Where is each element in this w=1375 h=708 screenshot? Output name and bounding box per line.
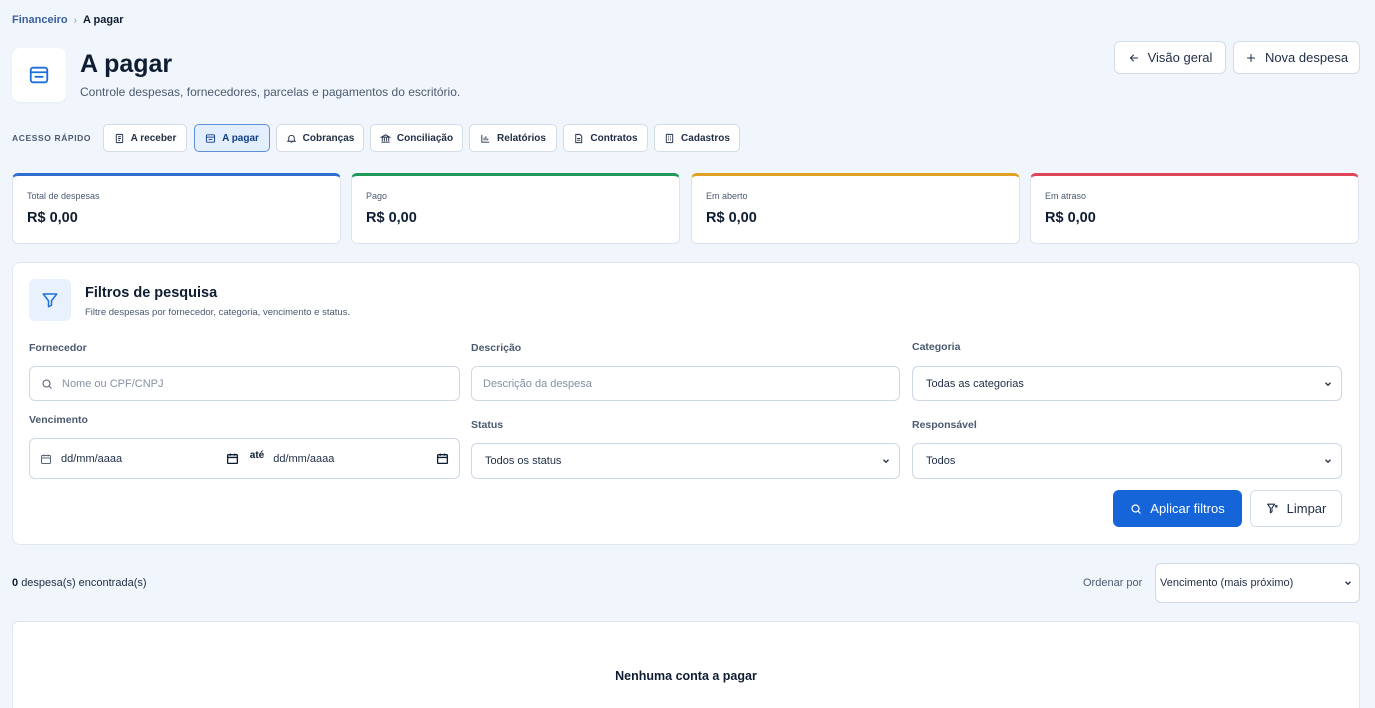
document-icon <box>573 133 584 144</box>
wallet-icon <box>205 133 216 144</box>
fornecedor-label: Fornecedor <box>29 342 87 354</box>
quick-access-label-cadastros: Cadastros <box>681 132 730 144</box>
stat-card-pago: Pago R$ 0,00 <box>351 173 680 244</box>
calendar-icon <box>40 453 52 465</box>
responsavel-select[interactable]: Todos <box>912 443 1342 479</box>
overview-button[interactable]: Visão geral <box>1114 41 1226 74</box>
clear-filters-button[interactable]: Limpar <box>1250 490 1342 527</box>
bell-icon <box>286 133 297 144</box>
filter-title: Filtros de pesquisa <box>85 285 218 301</box>
results-count-number: 0 <box>12 577 19 589</box>
quick-access-cadastros[interactable]: Cadastros <box>654 124 740 152</box>
quick-access-label-relatorios: Relatórios <box>497 132 546 144</box>
quick-access-label-a-receber: A receber <box>130 132 177 144</box>
stat-label: Em aberto <box>706 191 748 201</box>
stat-card-em-aberto: Em aberto R$ 0,00 <box>691 173 1020 244</box>
breadcrumb-link-financeiro[interactable]: Financeiro <box>12 14 68 26</box>
apply-filters-button[interactable]: Aplicar filtros <box>1113 490 1242 527</box>
search-icon <box>1130 503 1142 515</box>
responsavel-value: Todos <box>926 455 956 467</box>
bar-chart-icon <box>480 133 491 144</box>
quick-access-contratos[interactable]: Contratos <box>563 124 648 152</box>
quick-access-a-pagar[interactable]: A pagar <box>194 124 270 152</box>
quick-access-label-conciliacao: Conciliação <box>396 132 454 144</box>
sort-select[interactable]: Vencimento (mais próximo) <box>1155 563 1360 603</box>
stat-label: Pago <box>366 191 388 201</box>
plus-icon <box>1245 52 1257 64</box>
wallet-icon <box>28 64 50 86</box>
filter-header-icon <box>29 279 71 321</box>
stat-value: R$ 0,00 <box>366 210 417 226</box>
apply-filters-label: Aplicar filtros <box>1150 501 1225 516</box>
overview-button-label: Visão geral <box>1147 50 1213 65</box>
receipt-icon <box>114 133 125 144</box>
search-icon <box>41 378 53 390</box>
status-label: Status <box>471 419 504 431</box>
fornecedor-placeholder: Nome ou CPF/CNPJ <box>62 377 164 390</box>
sort-value: Vencimento (mais próximo) <box>1160 577 1294 589</box>
page-title: A pagar <box>80 50 173 78</box>
breadcrumb-separator: › <box>73 14 77 26</box>
filter-icon <box>41 291 59 309</box>
empty-state-title: Nenhuma conta a pagar <box>615 669 757 683</box>
categoria-label: Categoria <box>912 341 961 353</box>
building-icon <box>664 133 675 144</box>
new-expense-button-label: Nova despesa <box>1264 50 1349 65</box>
stat-card-em-atraso: Em atraso R$ 0,00 <box>1030 173 1359 244</box>
vencimento-between-label: até <box>249 450 265 461</box>
stat-value: R$ 0,00 <box>706 210 757 226</box>
stat-card-total: Total de despesas R$ 0,00 <box>12 173 341 244</box>
quick-access-label: ACESSO RÁPIDO <box>12 133 92 143</box>
status-select[interactable]: Todos os status <box>471 443 900 479</box>
sort-label: Ordenar por <box>1083 577 1143 589</box>
filter-subtitle: Filtre despesas por fornecedor, categori… <box>85 307 351 318</box>
clear-filters-label: Limpar <box>1286 501 1327 516</box>
breadcrumb-current: A pagar <box>82 14 124 26</box>
quick-access-label-a-pagar: A pagar <box>222 132 259 144</box>
vencimento-from-input[interactable]: dd/mm/aaaa <box>61 453 217 465</box>
empty-state-panel <box>12 621 1360 708</box>
stat-label: Em atraso <box>1045 191 1087 201</box>
fornecedor-input[interactable]: Nome ou CPF/CNPJ <box>29 366 460 401</box>
vencimento-range: dd/mm/aaaa até dd/mm/aaaa <box>29 438 460 479</box>
descricao-placeholder: Descrição da despesa <box>483 377 592 390</box>
status-value: Todos os status <box>485 455 562 467</box>
page-subtitle: Controle despesas, fornecedores, parcela… <box>80 85 461 99</box>
chevron-down-icon <box>1323 456 1333 466</box>
arrow-left-icon <box>1128 52 1140 64</box>
date-picker-icon[interactable] <box>436 452 449 465</box>
chevron-down-icon <box>881 456 891 466</box>
stat-label: Total de despesas <box>27 191 100 201</box>
new-expense-button[interactable]: Nova despesa <box>1233 41 1360 74</box>
quick-access-label-cobrancas: Cobranças <box>302 132 355 144</box>
vencimento-to-input[interactable]: dd/mm/aaaa <box>273 453 427 465</box>
quick-access-conciliacao[interactable]: Conciliação <box>370 124 463 152</box>
quick-access-cobrancas[interactable]: Cobranças <box>276 124 364 152</box>
vencimento-label: Vencimento <box>29 414 88 426</box>
results-count: 0 despesa(s) encontrada(s) <box>12 577 147 589</box>
chevron-down-icon <box>1343 578 1353 588</box>
stat-value: R$ 0,00 <box>27 210 78 226</box>
quick-access-relatorios[interactable]: Relatórios <box>469 124 557 152</box>
filter-clear-icon <box>1266 502 1279 515</box>
bank-icon <box>379 133 391 144</box>
quick-access-label-contratos: Contratos <box>590 132 638 144</box>
categoria-select[interactable]: Todas as categorias <box>912 366 1342 401</box>
results-count-suffix: despesa(s) encontrada(s) <box>21 577 147 589</box>
categoria-value: Todas as categorias <box>926 377 1024 390</box>
stat-value: R$ 0,00 <box>1045 210 1096 226</box>
quick-access-a-receber[interactable]: A receber <box>103 124 187 152</box>
chevron-down-icon <box>1323 379 1333 389</box>
page-icon <box>12 48 66 102</box>
date-picker-icon[interactable] <box>226 452 239 465</box>
descricao-label: Descrição <box>471 342 522 354</box>
breadcrumb: Financeiro › A pagar <box>12 14 124 26</box>
responsavel-label: Responsável <box>912 419 977 431</box>
descricao-input[interactable]: Descrição da despesa <box>471 366 900 401</box>
